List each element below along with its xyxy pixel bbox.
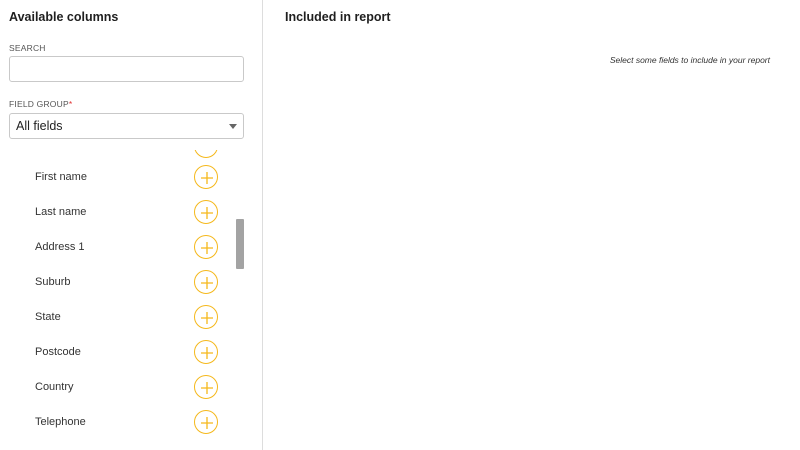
list-item: First name bbox=[0, 165, 230, 191]
plus-circle-icon bbox=[201, 242, 213, 254]
available-columns-title: Available columns bbox=[9, 10, 119, 24]
add-field-button[interactable] bbox=[194, 375, 218, 399]
field-name: First name bbox=[35, 171, 87, 183]
plus-circle-icon bbox=[201, 277, 213, 289]
search-label: SEARCH bbox=[9, 43, 46, 53]
field-name: Address 1 bbox=[35, 241, 85, 253]
add-field-button[interactable] bbox=[194, 200, 218, 224]
available-columns-panel: Available columns SEARCH FIELD GROUP* Al… bbox=[0, 0, 263, 450]
plus-circle-icon bbox=[194, 150, 218, 158]
field-list: First name Last name Address 1 Suburb St… bbox=[0, 150, 245, 450]
field-name: Country bbox=[35, 381, 74, 393]
field-group-select[interactable]: All fields bbox=[9, 113, 244, 139]
plus-circle-icon bbox=[201, 382, 213, 394]
field-group-label: FIELD GROUP* bbox=[9, 99, 72, 109]
field-name: Last name bbox=[35, 206, 87, 218]
plus-circle-icon bbox=[201, 417, 213, 429]
report-builder: Available columns SEARCH FIELD GROUP* Al… bbox=[0, 0, 800, 450]
add-field-button[interactable] bbox=[194, 270, 218, 294]
plus-circle-icon bbox=[201, 347, 213, 359]
add-field-button[interactable] bbox=[194, 165, 218, 189]
included-in-report-title: Included in report bbox=[285, 10, 391, 24]
list-item: State bbox=[0, 305, 230, 331]
plus-circle-icon bbox=[201, 172, 213, 184]
plus-circle-icon bbox=[201, 207, 213, 219]
empty-state-message: Select some fields to include in your re… bbox=[609, 55, 770, 65]
field-name: Postcode bbox=[35, 346, 81, 358]
list-item: Country bbox=[0, 375, 230, 401]
plus-circle-icon bbox=[201, 312, 213, 324]
add-field-button[interactable] bbox=[194, 340, 218, 364]
add-field-button[interactable] bbox=[194, 410, 218, 434]
included-in-report-panel: Included in report Select some fields to… bbox=[264, 0, 800, 450]
field-name: Suburb bbox=[35, 276, 71, 288]
add-field-button[interactable] bbox=[194, 235, 218, 259]
required-marker: * bbox=[68, 99, 73, 109]
field-name: State bbox=[35, 311, 61, 323]
field-group-selected-value: All fields bbox=[16, 119, 63, 133]
field-name: Telephone bbox=[35, 416, 86, 428]
list-item: Suburb bbox=[0, 270, 230, 296]
list-item: Postcode bbox=[0, 340, 230, 366]
search-input[interactable] bbox=[9, 56, 244, 82]
field-list-scrollbar[interactable] bbox=[236, 219, 244, 269]
list-item: Last name bbox=[0, 200, 230, 226]
add-field-button[interactable] bbox=[194, 305, 218, 329]
list-item: Telephone bbox=[0, 410, 230, 436]
field-group-label-text: FIELD GROUP bbox=[9, 99, 69, 109]
chevron-down-icon bbox=[229, 124, 237, 129]
list-item: Address 1 bbox=[0, 235, 230, 261]
